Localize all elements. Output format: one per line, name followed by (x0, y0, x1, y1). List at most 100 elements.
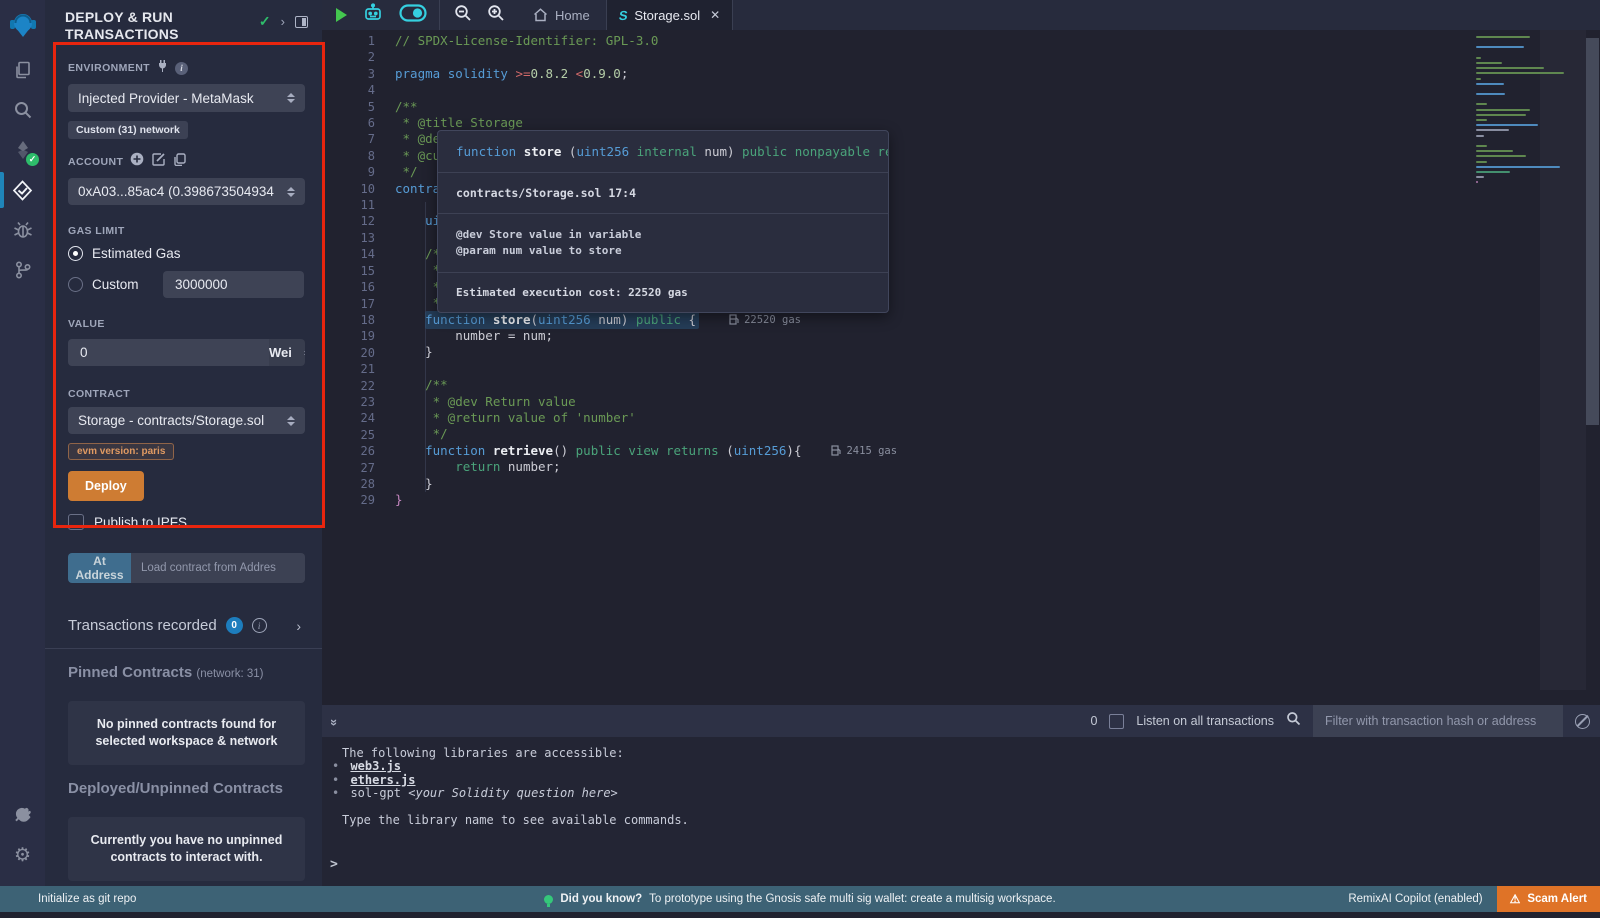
gas-estimate-annotation: 22520 gas (729, 312, 801, 328)
listen-all-label: Listen on all transactions (1136, 714, 1274, 728)
radio-unselected-icon[interactable] (68, 277, 83, 292)
info-icon[interactable]: i (175, 62, 188, 75)
bottom-strip (0, 912, 1600, 918)
solidity-file-icon: S (618, 8, 629, 23)
pin-panel-icon[interactable] (295, 16, 308, 28)
zoom-out-icon[interactable] (454, 4, 472, 27)
editor-toolbar: Home S Storage.sol ✕ (322, 0, 1600, 30)
terminal-output: The following libraries are accessible:•… (322, 737, 1600, 827)
search-icon (1286, 711, 1301, 731)
terminal: » 0 Listen on all transactions The follo… (322, 705, 1600, 886)
remix-logo-icon[interactable] (0, 0, 45, 50)
file-explorer-icon[interactable] (0, 50, 45, 90)
rail-spacer (0, 290, 45, 795)
tab-storage-sol[interactable]: S Storage.sol ✕ (606, 0, 734, 30)
radio-selected-icon[interactable] (68, 246, 83, 261)
terminal-prompt[interactable]: > (322, 857, 1600, 872)
at-address-input[interactable] (131, 553, 305, 583)
listen-all-checkbox[interactable] (1109, 714, 1124, 729)
solidity-compiler-icon[interactable]: ✓ (0, 130, 45, 170)
clear-console-icon[interactable] (1575, 714, 1590, 729)
deploy-run-panel: DEPLOY & RUN TRANSACTIONS ✓ › ENVIRONMEN… (45, 0, 322, 886)
transaction-filter-input[interactable] (1313, 705, 1563, 737)
lightbulb-icon (544, 895, 553, 904)
chevron-right-icon[interactable]: › (281, 14, 285, 29)
deploy-button[interactable]: Deploy (68, 471, 144, 501)
account-select[interactable]: 0xA03...85ac4 (0.398673504934 (68, 178, 305, 205)
git-icon[interactable] (0, 250, 45, 290)
environment-label: ENVIRONMENT (68, 62, 150, 74)
close-icon[interactable]: ✕ (710, 8, 720, 22)
transactions-recorded-row[interactable]: Transactions recorded 0 i › (68, 617, 305, 634)
search-icon[interactable] (0, 90, 45, 130)
value-input[interactable] (68, 339, 269, 366)
gas-estimate-annotation: 2415 gas (831, 443, 897, 459)
remix-ide: ✓ ⚙ (0, 0, 1600, 918)
status-bar: Initialize as git repo Did you know? To … (0, 886, 1600, 912)
chevron-updown-icon (287, 416, 295, 426)
contract-select[interactable]: Storage - contracts/Storage.sol (68, 407, 305, 434)
ai-robot-icon[interactable] (362, 3, 384, 28)
line-numbers[interactable]: 1234567891011121314151617181920212223242… (322, 33, 375, 509)
value-unit-select[interactable]: Wei (269, 339, 305, 366)
tooltip-location: contracts/Storage.sol 17:4 (438, 172, 888, 213)
copilot-toggle-icon[interactable] (399, 4, 427, 27)
terminal-link[interactable]: ethers.js (350, 773, 415, 787)
terminal-tx-count: 0 (1090, 714, 1097, 728)
divider (45, 648, 322, 649)
chevron-updown-icon (287, 93, 295, 103)
editor-scrollbar[interactable] (1586, 38, 1599, 425)
evm-version-badge: evm version: paris (68, 443, 174, 460)
pinned-empty-state: No pinned contracts found for selected w… (68, 701, 305, 765)
tooltip-signature: function store (uint256 internal num) pu… (438, 131, 888, 172)
terminal-toolbar: » 0 Listen on all transactions (322, 705, 1600, 737)
compile-success-badge: ✓ (26, 153, 39, 166)
transactions-count-badge: 0 (226, 617, 243, 634)
add-account-icon[interactable] (130, 152, 144, 171)
edit-account-icon[interactable] (152, 153, 165, 171)
publish-ipfs-label: Publish to IPFS (94, 515, 187, 530)
scam-alert-button[interactable]: ⚠ Scam Alert (1497, 886, 1600, 912)
custom-gas-input[interactable] (163, 271, 304, 298)
value-label: VALUE (68, 318, 105, 330)
icon-rail: ✓ ⚙ (0, 0, 45, 886)
check-icon: ✓ (259, 13, 271, 30)
chevron-updown-icon (304, 348, 305, 358)
deployed-contracts-title: Deployed/Unpinned Contracts (68, 780, 305, 797)
account-label: ACCOUNT (68, 156, 123, 168)
transactions-recorded-label: Transactions recorded (68, 617, 217, 634)
run-script-icon[interactable] (336, 8, 347, 22)
git-init-status[interactable]: Initialize as git repo (0, 893, 136, 905)
publish-ipfs-checkbox[interactable] (68, 514, 84, 530)
hover-tooltip: function store (uint256 internal num) pu… (437, 130, 889, 313)
plug-icon[interactable] (157, 59, 168, 77)
tip-text: To prototype using the Gnosis safe multi… (649, 893, 1056, 905)
tab-home[interactable]: Home (517, 0, 606, 30)
environment-select[interactable]: Injected Provider - MetaMask (68, 84, 305, 112)
deployed-empty-state: Currently you have no unpinned contracts… (68, 817, 305, 881)
plugin-manager-icon[interactable] (0, 795, 45, 835)
minimap[interactable] (1476, 36, 1576, 186)
active-indicator (0, 172, 4, 208)
settings-gear-icon[interactable]: ⚙ (0, 835, 45, 875)
zoom-in-icon[interactable] (487, 4, 505, 27)
at-address-button[interactable]: At Address (68, 553, 131, 583)
deploy-run-icon[interactable] (0, 170, 45, 210)
debugger-icon[interactable] (0, 210, 45, 250)
info-icon[interactable]: i (252, 618, 267, 633)
double-chevron-down-icon[interactable]: » (327, 718, 342, 723)
contract-label: CONTRACT (68, 388, 130, 400)
chevron-right-icon[interactable]: › (296, 618, 301, 634)
estimated-gas-option[interactable]: Estimated Gas (68, 246, 305, 261)
panel-title: DEPLOY & RUN TRANSACTIONS (65, 9, 215, 43)
did-you-know-label: Did you know? (560, 893, 642, 905)
copy-account-icon[interactable] (173, 153, 186, 171)
custom-gas-option[interactable]: Custom (92, 277, 154, 292)
pinned-contracts-title: Pinned Contracts (network: 31) (68, 664, 305, 681)
tooltip-gas-cost: Estimated execution cost: 22520 gas (438, 272, 888, 312)
copilot-status: RemixAI Copilot (enabled) (1348, 886, 1496, 912)
chevron-updown-icon (287, 187, 295, 197)
warning-icon: ⚠ (1510, 892, 1521, 906)
house-icon (533, 8, 548, 22)
terminal-link[interactable]: web3.js (350, 759, 401, 773)
